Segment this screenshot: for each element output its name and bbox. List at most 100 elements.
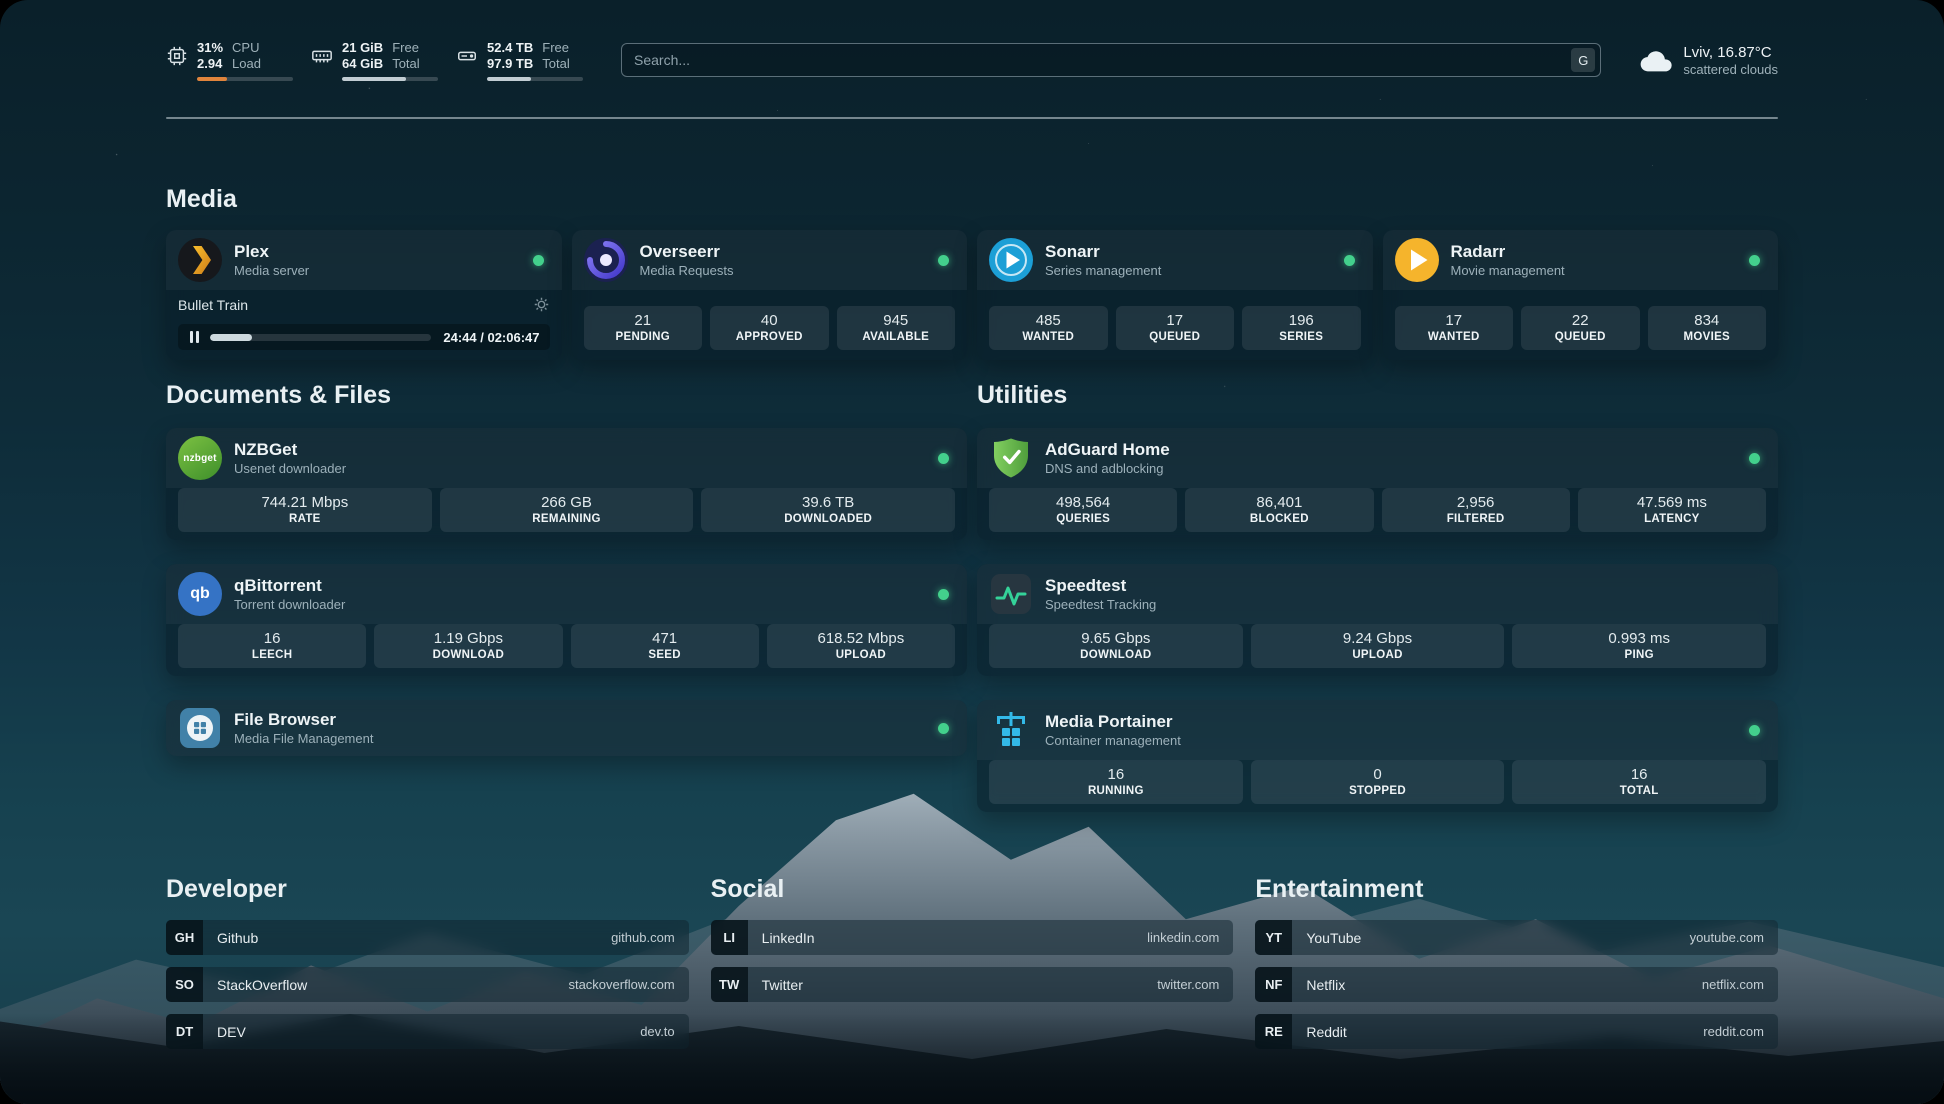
service-title: Media Portainer [1045,711,1181,732]
stat-value: 0 [1255,765,1501,784]
stat-label: TOTAL [1516,784,1762,798]
service-subtitle: DNS and adblocking [1045,460,1170,477]
stat-value: 1.19 Gbps [378,629,558,648]
bookmark-netflix[interactable]: NF Netflix netflix.com [1255,967,1778,1002]
bookmark-reddit[interactable]: RE Reddit reddit.com [1255,1014,1778,1049]
stat-value: 17 [1399,311,1510,330]
bookmark-group-entertainment: Entertainment YT YouTube youtube.com NF … [1255,874,1778,1049]
memory-label-2: Total [392,56,419,72]
cloud-icon [1639,48,1673,72]
service-title: Radarr [1451,241,1565,262]
stat-label: PING [1516,648,1762,662]
stat-box: 21PENDING [584,306,703,350]
status-indicator [938,723,949,734]
stat-box: 0.993 msPING [1512,624,1766,668]
weather-location-temp: Lviv, 16.87°C [1683,43,1778,62]
service-subtitle: Media server [234,262,309,279]
service-card-plex[interactable]: Plex Media server Bullet Train [166,230,562,360]
search-bar[interactable]: G [621,43,1601,77]
bookmark-youtube[interactable]: YT YouTube youtube.com [1255,920,1778,955]
disk-label-2: Total [542,56,569,72]
qbittorrent-icon: qb [178,572,222,616]
stat-label: WANTED [993,330,1104,344]
stat-label: RUNNING [993,784,1239,798]
stat-box: 39.6 TBDOWNLOADED [701,488,955,532]
documents-section-title: Documents & Files [166,380,967,410]
stat-label: WANTED [1399,330,1510,344]
linkedin-icon: LI [711,920,748,955]
stat-box: 834MOVIES [1648,306,1767,350]
stat-value: 945 [841,311,952,330]
service-subtitle: Media Requests [640,262,734,279]
bookmark-name: LinkedIn [762,930,815,946]
utilities-section-title: Utilities [977,380,1778,410]
bookmark-dev[interactable]: DT DEV dev.to [166,1014,689,1049]
stat-label: STOPPED [1255,784,1501,798]
middle-sections: Documents & Files nzbget NZBGet Usenet d… [166,380,1778,812]
service-card-sonarr[interactable]: Sonarr Series management 485WANTED 17QUE… [977,230,1373,360]
sonarr-icon [989,238,1033,282]
bookmark-twitter[interactable]: TW Twitter twitter.com [711,967,1234,1002]
bookmark-stackoverflow[interactable]: SO StackOverflow stackoverflow.com [166,967,689,1002]
search-input[interactable] [634,52,1571,68]
stackoverflow-icon: SO [166,967,203,1002]
service-card-qbittorrent[interactable]: qb qBittorrent Torrent downloader 16LEEC… [166,564,967,676]
stat-value: 485 [993,311,1104,330]
stat-value: 618.52 Mbps [771,629,951,648]
cpu-icon [166,45,188,67]
stat-value: 39.6 TB [705,493,951,512]
stat-label: SEED [575,648,755,662]
search-engine-badge[interactable]: G [1571,48,1595,72]
weather-widget: Lviv, 16.87°C scattered clouds [1639,43,1778,78]
stat-box: 9.65 GbpsDOWNLOAD [989,624,1243,668]
pause-button[interactable] [178,324,210,350]
service-title: Speedtest [1045,575,1156,596]
bookmark-url: twitter.com [1157,977,1219,992]
bookmark-url: github.com [611,930,675,945]
service-title: Plex [234,241,309,262]
playback-time: 24:44 / 02:06:47 [443,330,539,345]
now-playing-title: Bullet Train [178,297,248,313]
gear-icon[interactable] [533,296,550,313]
bookmarks-section: Developer GH Github github.com SO StackO… [166,874,1778,1049]
status-indicator [938,589,949,600]
social-section-title: Social [711,874,1234,904]
bookmark-name: YouTube [1306,930,1361,946]
status-indicator [938,255,949,266]
stat-box: 16RUNNING [989,760,1243,804]
cpu-label-2: Load [232,56,261,72]
stat-label: REMAINING [444,512,690,526]
stat-label: AVAILABLE [841,330,952,344]
stat-box: 485WANTED [989,306,1108,350]
bookmark-linkedin[interactable]: LI LinkedIn linkedin.com [711,920,1234,955]
service-card-nzbget[interactable]: nzbget NZBGet Usenet downloader 744.21 M… [166,428,967,540]
stat-value: 16 [993,765,1239,784]
stat-box: 2,956FILTERED [1382,488,1570,532]
adguard-icon [989,436,1033,480]
stat-box: 618.52 MbpsUPLOAD [767,624,955,668]
stat-box: 17QUEUED [1116,306,1235,350]
stat-value: 22 [1525,311,1636,330]
stat-box: 9.24 GbpsUPLOAD [1251,624,1505,668]
service-card-adguard[interactable]: AdGuard Home DNS and adblocking 498,564Q… [977,428,1778,540]
stat-label: MOVIES [1652,330,1763,344]
dashboard-screen: 31% 2.94 CPU Load [0,0,1944,1104]
disk-icon [456,45,478,67]
stat-box: 16TOTAL [1512,760,1766,804]
service-card-speedtest[interactable]: Speedtest Speedtest Tracking 9.65 GbpsDO… [977,564,1778,676]
service-card-radarr[interactable]: Radarr Movie management 17WANTED 22QUEUE… [1383,230,1779,360]
bookmark-url: stackoverflow.com [568,977,674,992]
service-card-filebrowser[interactable]: File Browser Media File Management [166,700,967,756]
plex-icon [178,238,222,282]
service-card-overseerr[interactable]: Overseerr Media Requests 21PENDING 40APP… [572,230,968,360]
stat-box: 47.569 msLATENCY [1578,488,1766,532]
service-card-portainer[interactable]: Media Portainer Container management 16R… [977,700,1778,812]
stat-label: PENDING [588,330,699,344]
stat-value: 498,564 [993,493,1173,512]
bookmark-github[interactable]: GH Github github.com [166,920,689,955]
twitter-icon: TW [711,967,748,1002]
stat-value: 9.24 Gbps [1255,629,1501,648]
service-title: Overseerr [640,241,734,262]
stat-value: 16 [182,629,362,648]
speedtest-icon [989,572,1033,616]
